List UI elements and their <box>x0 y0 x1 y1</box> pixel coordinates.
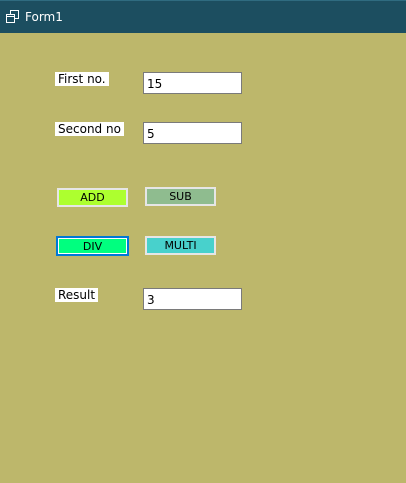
divide-button[interactable]: DIV <box>56 236 129 256</box>
form-window-icon <box>6 10 19 23</box>
window-title: Form1 <box>25 10 63 24</box>
second-number-field[interactable] <box>143 122 242 144</box>
result-field[interactable] <box>143 288 242 310</box>
subtract-button[interactable]: SUB <box>145 187 216 206</box>
result-label: Result <box>55 288 99 302</box>
first-number-label: First no. <box>55 72 109 86</box>
first-number-field[interactable] <box>143 72 242 94</box>
add-button[interactable]: ADD <box>57 188 128 207</box>
multiply-button[interactable]: MULTI <box>145 236 216 255</box>
title-bar[interactable]: Form1 <box>0 0 406 33</box>
form-window: Form1 First no. Second no ADD SUB DIV MU… <box>0 0 406 483</box>
second-number-label: Second no <box>55 122 124 136</box>
